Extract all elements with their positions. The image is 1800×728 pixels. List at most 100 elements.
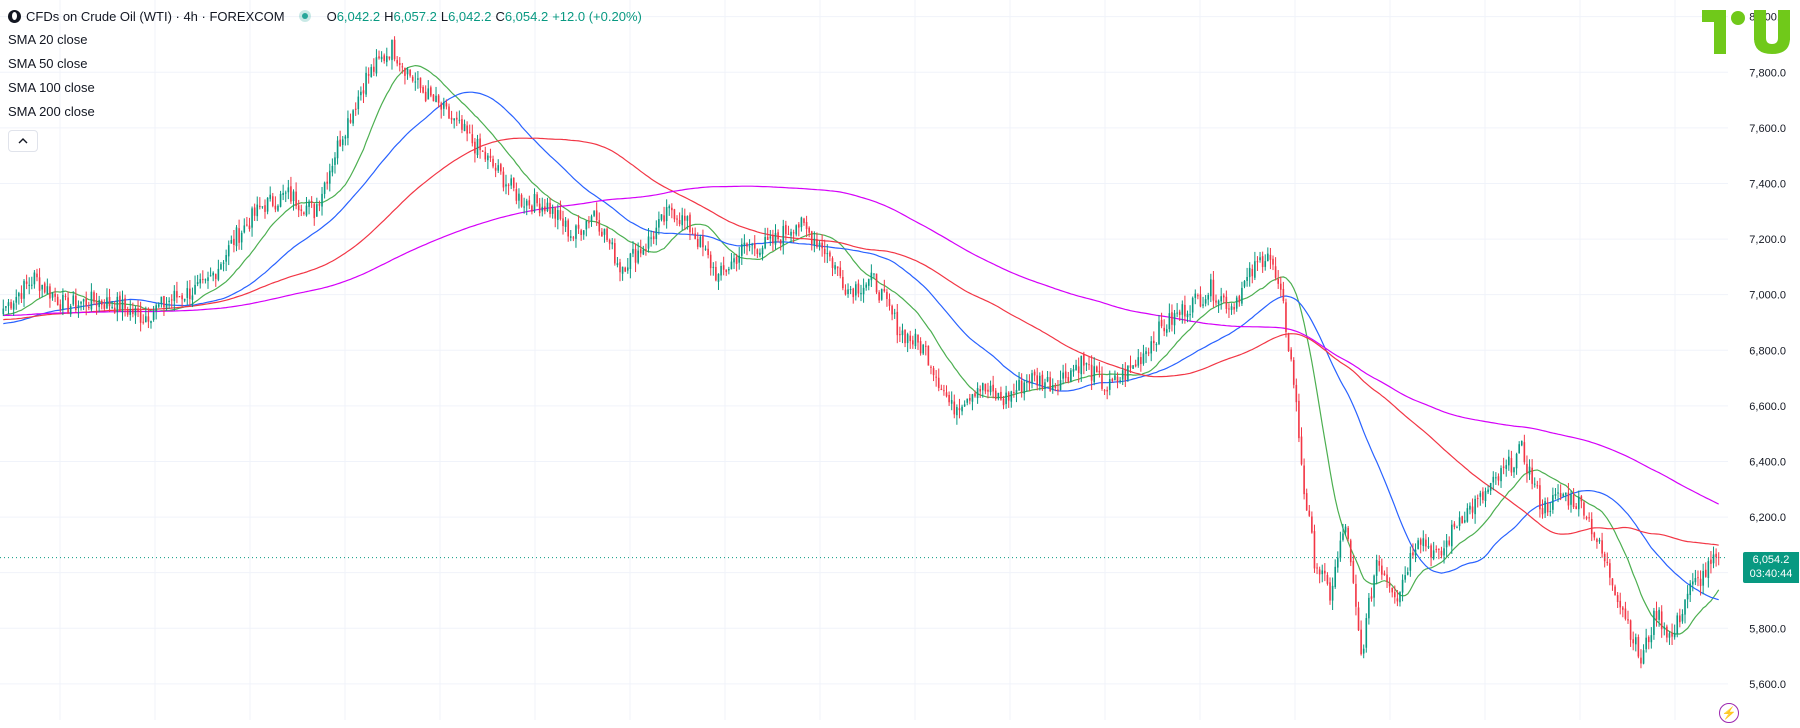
- candle: [655, 220, 658, 246]
- candle-body: [626, 267, 629, 271]
- candle: [1101, 366, 1103, 391]
- candle: [681, 207, 684, 231]
- candle-body: [12, 303, 15, 310]
- candle: [735, 253, 738, 272]
- sma-200-line: [3, 185, 1719, 505]
- ohlc-low: L6,042.2: [440, 8, 492, 24]
- candle: [300, 204, 303, 217]
- candle-body: [1658, 609, 1660, 620]
- price-axis-tick-label: 6,800.0: [1749, 345, 1786, 357]
- candle: [1331, 577, 1334, 610]
- lightning-bolt-icon[interactable]: ⚡: [1719, 703, 1739, 723]
- tradingview-logo-icon[interactable]: [1702, 10, 1790, 56]
- candle-body: [1360, 629, 1362, 655]
- candle: [199, 273, 202, 289]
- candle-body: [1575, 506, 1577, 509]
- candle-body: [722, 265, 725, 270]
- candle: [665, 199, 668, 229]
- candle: [1248, 262, 1251, 287]
- candle: [842, 270, 844, 291]
- candle: [196, 274, 199, 287]
- candle-body: [1497, 476, 1500, 481]
- indicator-sma-100[interactable]: SMA 100 close: [8, 76, 642, 100]
- candle-body: [810, 231, 813, 245]
- candle-body: [1523, 442, 1526, 463]
- indicator-sma-200[interactable]: SMA 200 close: [8, 100, 642, 124]
- indicator-sma-20[interactable]: SMA 20 close: [8, 28, 642, 52]
- candle-body: [214, 274, 217, 279]
- candle: [562, 210, 564, 235]
- candle: [1417, 537, 1419, 550]
- price-axis-tick-label: 7,800.0: [1749, 67, 1786, 79]
- candle-body: [588, 222, 590, 224]
- candle: [800, 216, 803, 232]
- candle-body: [1075, 364, 1077, 371]
- candle: [1362, 644, 1365, 659]
- candle: [15, 289, 18, 310]
- candle-body: [194, 284, 196, 295]
- candle-body: [1642, 650, 1645, 664]
- candle-body: [1303, 465, 1305, 495]
- candle-body: [1606, 561, 1609, 564]
- candle-body: [108, 296, 111, 307]
- candle-body: [1326, 574, 1329, 584]
- candle-body: [634, 248, 637, 263]
- candle-body: [857, 283, 860, 294]
- candle: [598, 212, 601, 236]
- candle-body: [1559, 493, 1562, 498]
- candle-body: [1673, 632, 1676, 638]
- candle: [849, 285, 852, 295]
- candle: [93, 290, 95, 305]
- price-axis-tick-label: 5,800.0: [1749, 623, 1786, 635]
- candle: [536, 191, 538, 207]
- candle-body: [1650, 635, 1653, 643]
- candle-body: [1116, 376, 1119, 382]
- candle-body: [1474, 498, 1476, 515]
- candle-body: [1466, 508, 1469, 522]
- candle: [150, 320, 152, 329]
- candle: [1370, 587, 1373, 602]
- candle-body: [155, 305, 157, 311]
- candle: [1368, 592, 1370, 625]
- candle: [984, 383, 987, 395]
- candle-body: [209, 275, 212, 277]
- candle: [487, 153, 489, 170]
- candle: [1217, 299, 1220, 313]
- candle: [1451, 520, 1453, 554]
- collapse-legend-button[interactable]: [8, 130, 38, 152]
- candle-body: [1339, 540, 1342, 559]
- candle: [1031, 369, 1033, 389]
- candle: [875, 273, 878, 295]
- candle: [1497, 473, 1500, 486]
- candle-body: [808, 227, 810, 233]
- candle-body: [1570, 494, 1572, 505]
- candle: [1487, 485, 1489, 495]
- price-axis-tick-label: 6,600.0: [1749, 401, 1786, 413]
- candle-body: [1222, 295, 1225, 298]
- candle: [1210, 273, 1212, 303]
- candle-body: [308, 201, 310, 207]
- candle-body: [860, 292, 862, 295]
- market-status-icon[interactable]: [298, 10, 311, 22]
- candle-body: [1697, 577, 1699, 579]
- candle-body: [132, 309, 134, 314]
- candle: [217, 259, 220, 282]
- candle: [712, 262, 715, 276]
- candle-body: [836, 266, 839, 269]
- candle-body: [54, 293, 56, 297]
- candle-body: [160, 296, 163, 305]
- candle-body: [829, 252, 831, 257]
- candle: [880, 288, 883, 301]
- indicator-sma-50[interactable]: SMA 50 close: [8, 52, 642, 76]
- candle-body: [1173, 313, 1176, 326]
- candle: [1598, 537, 1601, 544]
- symbol-title[interactable]: CFDs on Crude Oil (WTI) · 4h · FOREXCOM: [26, 9, 285, 24]
- candle: [546, 197, 549, 213]
- candle-body: [536, 194, 538, 204]
- candle: [997, 392, 1000, 401]
- candle-body: [1321, 570, 1324, 575]
- candle-body: [1228, 308, 1230, 310]
- candle-body: [1243, 280, 1246, 287]
- candle: [715, 261, 717, 282]
- candle: [1124, 362, 1127, 388]
